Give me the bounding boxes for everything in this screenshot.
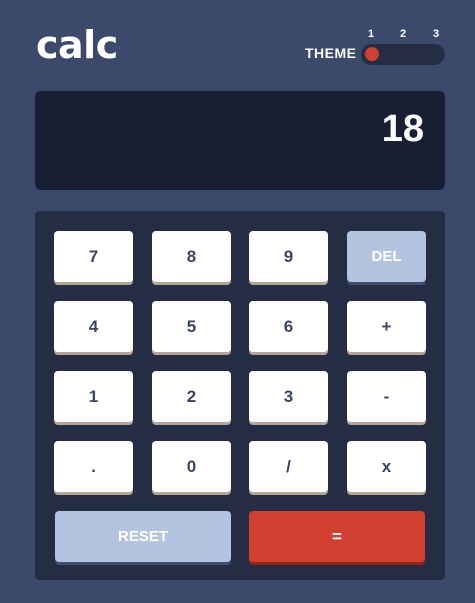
key-4[interactable]: 4	[54, 301, 133, 352]
key-3[interactable]: 3	[249, 371, 328, 422]
key-0[interactable]: 0	[152, 441, 231, 492]
display-value: 18	[381, 108, 424, 150]
key-5[interactable]: 5	[152, 301, 231, 352]
key-6[interactable]: 6	[249, 301, 328, 352]
app-logo: calc	[36, 23, 118, 67]
key-8[interactable]: 8	[152, 231, 231, 282]
key-2[interactable]: 2	[152, 371, 231, 422]
key-1[interactable]: 1	[54, 371, 133, 422]
reset-button[interactable]: RESET	[55, 511, 231, 562]
key-plus[interactable]: +	[347, 301, 426, 352]
theme-option-3[interactable]: 3	[430, 28, 442, 40]
theme-option-2[interactable]: 2	[397, 28, 409, 40]
key-multiply[interactable]: x	[347, 441, 426, 492]
delete-button[interactable]: DEL	[347, 231, 426, 282]
theme-toggle-track[interactable]	[361, 44, 445, 65]
theme-numbers: 1 2 3	[365, 28, 445, 42]
calculator-app: calc THEME 1 2 3 18 7 8 9 DEL 4 5 6 + 1 …	[0, 0, 475, 603]
keypad: 7 8 9 DEL 4 5 6 + 1 2 3 - . 0 / x RESET …	[35, 211, 445, 580]
key-7[interactable]: 7	[54, 231, 133, 282]
theme-label: THEME	[305, 45, 357, 61]
equals-button[interactable]: =	[249, 511, 425, 562]
key-9[interactable]: 9	[249, 231, 328, 282]
theme-option-1[interactable]: 1	[365, 28, 377, 40]
display-screen: 18	[35, 91, 445, 190]
theme-switcher: THEME 1 2 3	[305, 28, 446, 66]
theme-toggle-knob[interactable]	[365, 47, 379, 61]
key-divide[interactable]: /	[249, 441, 328, 492]
key-minus[interactable]: -	[347, 371, 426, 422]
key-decimal[interactable]: .	[54, 441, 133, 492]
